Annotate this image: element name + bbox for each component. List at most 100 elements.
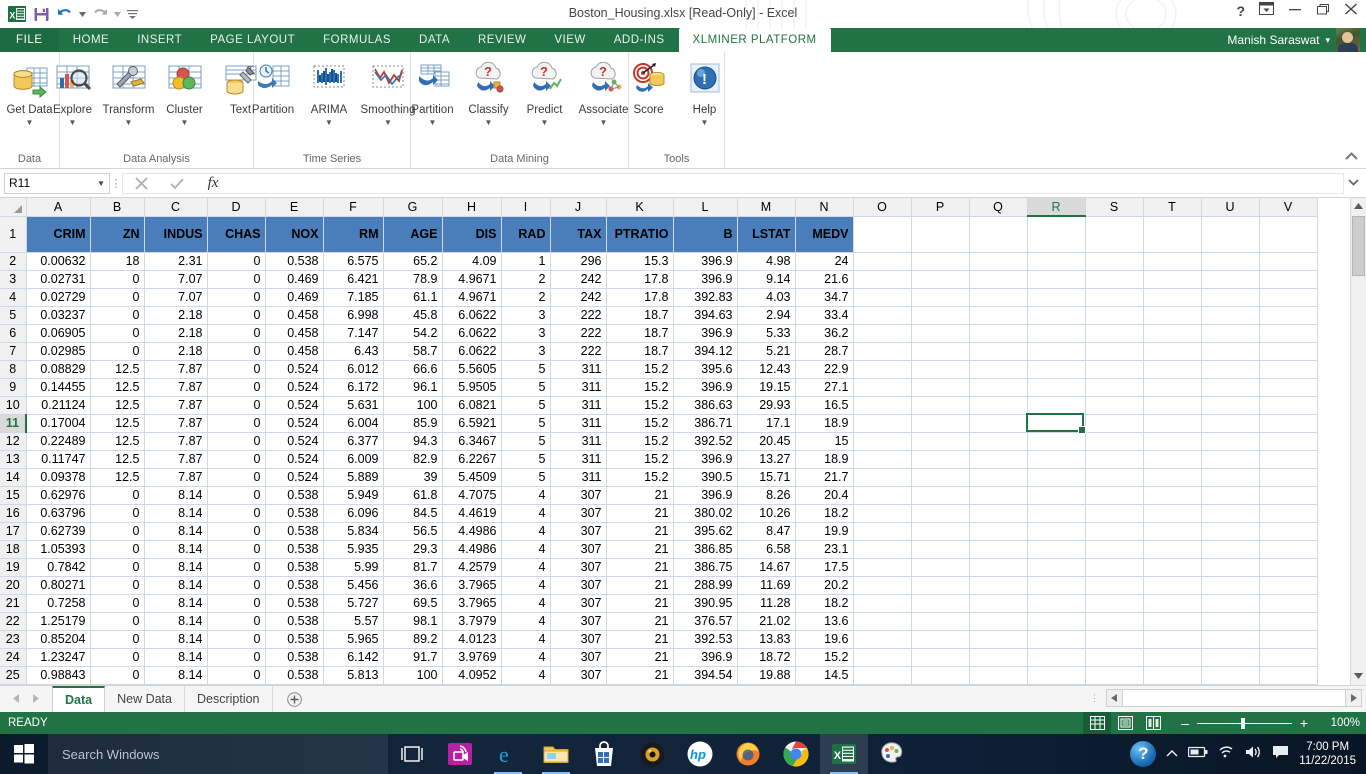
cell-Q7[interactable] bbox=[969, 342, 1027, 360]
cell-P3[interactable] bbox=[911, 270, 969, 288]
undo-dropdown-icon[interactable] bbox=[78, 3, 87, 25]
save-icon[interactable] bbox=[30, 3, 52, 25]
cell-R22[interactable] bbox=[1027, 612, 1085, 630]
cell-F24[interactable]: 6.142 bbox=[323, 648, 383, 666]
cell-P15[interactable] bbox=[911, 486, 969, 504]
ribbon-button-explore[interactable]: Explore ▼ bbox=[45, 58, 101, 127]
undo-icon[interactable] bbox=[54, 3, 76, 25]
cell-A21[interactable]: 0.7258 bbox=[26, 594, 90, 612]
cell-N9[interactable]: 27.1 bbox=[795, 378, 853, 396]
cell-A18[interactable]: 1.05393 bbox=[26, 540, 90, 558]
row-header-4[interactable]: 4 bbox=[0, 288, 26, 306]
cell-A19[interactable]: 0.7842 bbox=[26, 558, 90, 576]
cell-D14[interactable]: 0 bbox=[207, 468, 265, 486]
cell-D13[interactable]: 0 bbox=[207, 450, 265, 468]
sheet-tab-description[interactable]: Description bbox=[185, 686, 273, 712]
cell-K7[interactable]: 18.7 bbox=[606, 342, 673, 360]
cell-I2[interactable]: 1 bbox=[501, 252, 550, 270]
row-header-13[interactable]: 13 bbox=[0, 450, 26, 468]
cell-L6[interactable]: 396.9 bbox=[673, 324, 737, 342]
cell-H4[interactable]: 4.9671 bbox=[442, 288, 501, 306]
cell-E5[interactable]: 0.458 bbox=[265, 306, 323, 324]
grid-viewport[interactable]: ABCDEFGHIJKLMNOPQRSTUV 1CRIMZNINDUSCHASN… bbox=[0, 198, 1350, 685]
column-header-p[interactable]: P bbox=[911, 198, 969, 216]
cell-M17[interactable]: 8.47 bbox=[737, 522, 795, 540]
cell-U2[interactable] bbox=[1201, 252, 1259, 270]
dropdown-caret-icon[interactable]: ▼ bbox=[325, 118, 333, 127]
cell-M9[interactable]: 19.15 bbox=[737, 378, 795, 396]
cell-U16[interactable] bbox=[1201, 504, 1259, 522]
cell-I15[interactable]: 4 bbox=[501, 486, 550, 504]
excel-icon[interactable]: X bbox=[820, 734, 868, 774]
page-break-view-icon[interactable] bbox=[1139, 712, 1167, 734]
row-header-3[interactable]: 3 bbox=[0, 270, 26, 288]
cell-C24[interactable]: 8.14 bbox=[144, 648, 207, 666]
sheet-tab-data[interactable]: Data bbox=[52, 686, 105, 712]
cell-U17[interactable] bbox=[1201, 522, 1259, 540]
cell-B19[interactable]: 0 bbox=[90, 558, 144, 576]
cell-E21[interactable]: 0.538 bbox=[265, 594, 323, 612]
cell-Q8[interactable] bbox=[969, 360, 1027, 378]
cell-N22[interactable]: 13.6 bbox=[795, 612, 853, 630]
cell[interactable] bbox=[969, 216, 1027, 252]
column-field-header[interactable]: AGE bbox=[383, 216, 442, 252]
cell-U10[interactable] bbox=[1201, 396, 1259, 414]
cell-L9[interactable]: 396.9 bbox=[673, 378, 737, 396]
cell-L3[interactable]: 396.9 bbox=[673, 270, 737, 288]
cell-S25[interactable] bbox=[1085, 666, 1143, 684]
help-button[interactable]: ? bbox=[1236, 3, 1245, 19]
cell-B7[interactable]: 0 bbox=[90, 342, 144, 360]
cell-L7[interactable]: 394.12 bbox=[673, 342, 737, 360]
cell-C16[interactable]: 8.14 bbox=[144, 504, 207, 522]
cell-D4[interactable]: 0 bbox=[207, 288, 265, 306]
cell-N18[interactable]: 23.1 bbox=[795, 540, 853, 558]
cell-U19[interactable] bbox=[1201, 558, 1259, 576]
cell-U6[interactable] bbox=[1201, 324, 1259, 342]
column-field-header[interactable]: RM bbox=[323, 216, 383, 252]
column-header-e[interactable]: E bbox=[265, 198, 323, 216]
cell-O11[interactable] bbox=[853, 414, 911, 432]
cell-G11[interactable]: 85.9 bbox=[383, 414, 442, 432]
cell-T14[interactable] bbox=[1143, 468, 1201, 486]
cell-L15[interactable]: 396.9 bbox=[673, 486, 737, 504]
ribbon-button-partition[interactable]: Partition ▼ bbox=[405, 58, 461, 127]
cell-P4[interactable] bbox=[911, 288, 969, 306]
wifi-icon[interactable] bbox=[1218, 745, 1235, 763]
cell-B11[interactable]: 12.5 bbox=[90, 414, 144, 432]
cell-I6[interactable]: 3 bbox=[501, 324, 550, 342]
cell-N24[interactable]: 15.2 bbox=[795, 648, 853, 666]
cell-O3[interactable] bbox=[853, 270, 911, 288]
cell-E19[interactable]: 0.538 bbox=[265, 558, 323, 576]
row-header-16[interactable]: 16 bbox=[0, 504, 26, 522]
tab-review[interactable]: REVIEW bbox=[464, 28, 540, 52]
cell-T25[interactable] bbox=[1143, 666, 1201, 684]
cell-M13[interactable]: 13.27 bbox=[737, 450, 795, 468]
cell-Q2[interactable] bbox=[969, 252, 1027, 270]
cell-J16[interactable]: 307 bbox=[550, 504, 606, 522]
cell-S18[interactable] bbox=[1085, 540, 1143, 558]
cell-R15[interactable] bbox=[1027, 486, 1085, 504]
cell-G23[interactable]: 89.2 bbox=[383, 630, 442, 648]
cell-K10[interactable]: 15.2 bbox=[606, 396, 673, 414]
volume-icon[interactable] bbox=[1245, 745, 1262, 764]
cell-R10[interactable] bbox=[1027, 396, 1085, 414]
dropdown-caret-icon[interactable]: ▼ bbox=[701, 118, 709, 127]
cell-J12[interactable]: 311 bbox=[550, 432, 606, 450]
cell-U7[interactable] bbox=[1201, 342, 1259, 360]
cell-O5[interactable] bbox=[853, 306, 911, 324]
cell-Q17[interactable] bbox=[969, 522, 1027, 540]
cell-N7[interactable]: 28.7 bbox=[795, 342, 853, 360]
cell-O20[interactable] bbox=[853, 576, 911, 594]
restore-button[interactable] bbox=[1316, 2, 1330, 20]
tab-home[interactable]: HOME bbox=[59, 28, 124, 52]
column-field-header[interactable]: CHAS bbox=[207, 216, 265, 252]
cell-C22[interactable]: 8.14 bbox=[144, 612, 207, 630]
page-layout-view-icon[interactable] bbox=[1111, 712, 1139, 734]
column-header-a[interactable]: A bbox=[26, 198, 90, 216]
cell-U4[interactable] bbox=[1201, 288, 1259, 306]
horizontal-scrollbar[interactable]: ⋮ bbox=[1090, 689, 1362, 707]
cell[interactable] bbox=[1201, 216, 1259, 252]
cell-Q15[interactable] bbox=[969, 486, 1027, 504]
cell-T18[interactable] bbox=[1143, 540, 1201, 558]
column-header-r[interactable]: R bbox=[1027, 198, 1085, 216]
